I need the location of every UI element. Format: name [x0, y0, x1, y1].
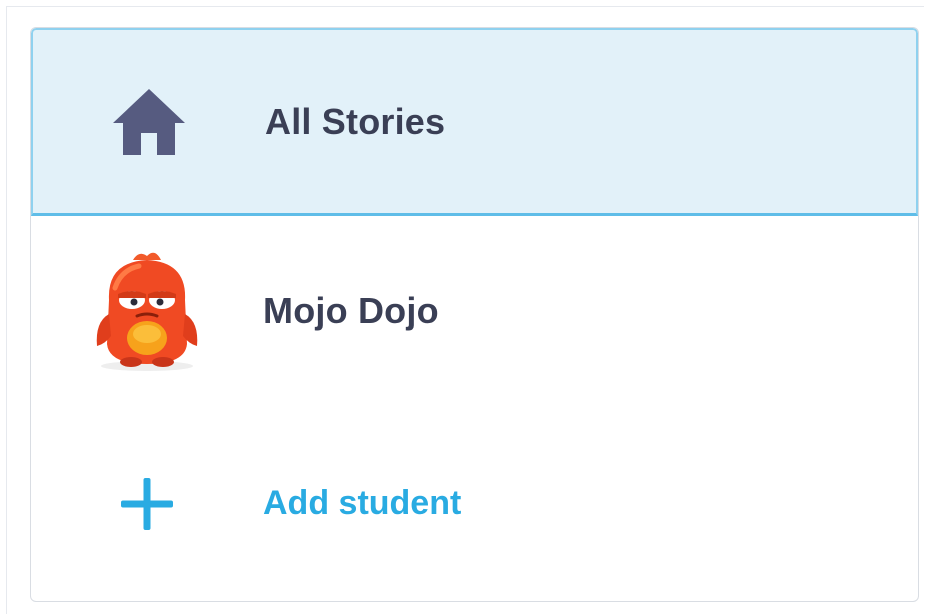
- sidebar-item-all-stories[interactable]: All Stories: [31, 28, 918, 216]
- plus-icon: [119, 476, 175, 532]
- student-name: Mojo Dojo: [263, 290, 439, 331]
- avatar-slot: [31, 216, 263, 406]
- monster-avatar-icon: [87, 248, 207, 374]
- add-student-button[interactable]: Add student: [31, 406, 918, 601]
- home-icon-slot: [33, 30, 265, 213]
- plus-icon-slot: [31, 406, 263, 601]
- student-list-panel: All Stories Mojo Dojo Add student: [30, 27, 919, 602]
- sidebar-item-label: All Stories: [265, 100, 446, 142]
- add-student-label: Add student: [263, 484, 462, 522]
- home-icon: [111, 87, 187, 157]
- sidebar-item-student[interactable]: Mojo Dojo: [31, 216, 918, 406]
